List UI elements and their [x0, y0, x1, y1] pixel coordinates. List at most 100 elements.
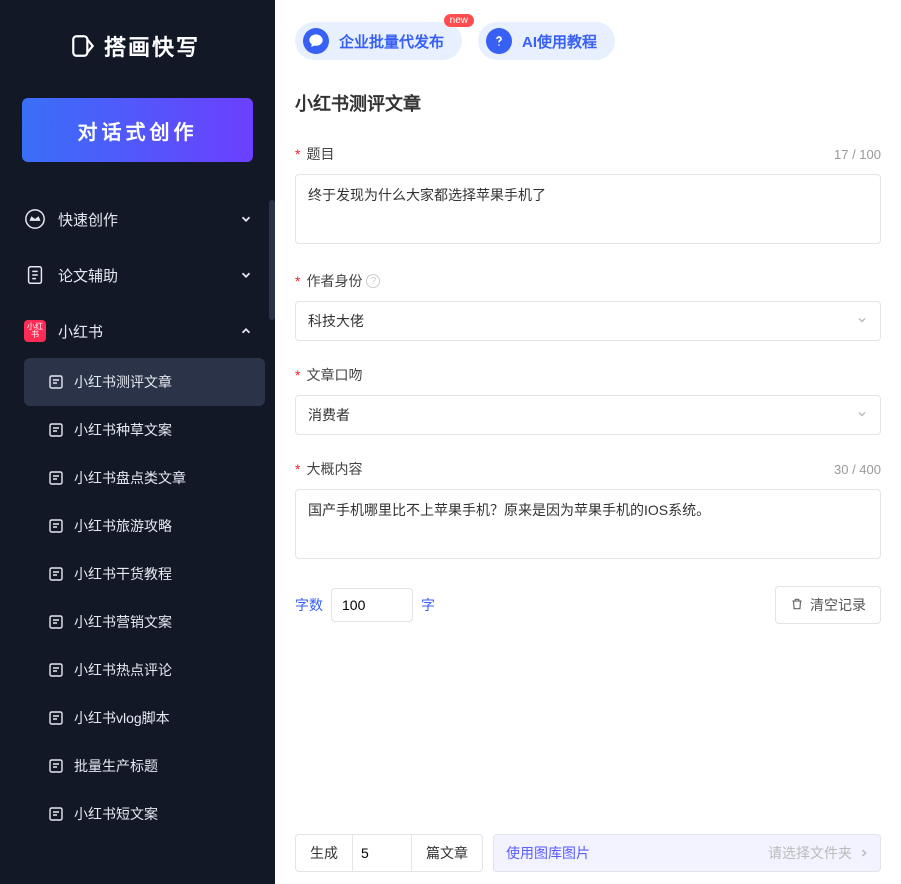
logo-text: 搭画快写: [104, 30, 200, 62]
required-asterisk: *: [295, 146, 300, 162]
gen-suffix: 篇文章: [412, 843, 482, 863]
field-author: * 作者身份 ? 科技大佬: [295, 271, 881, 341]
page-title: 小红书测评文章: [295, 90, 881, 116]
question-icon: [486, 28, 512, 54]
sidebar-item-label: 小红书短文案: [74, 804, 158, 824]
chevron-right-icon: [858, 847, 870, 859]
sidebar-sub-list-article[interactable]: 小红书盘点类文章: [24, 454, 265, 502]
top-btn-label: AI使用教程: [522, 31, 597, 52]
sidebar-sub-seeding-copy[interactable]: 小红书种草文案: [24, 406, 265, 454]
sidebar-sub-tutorial[interactable]: 小红书干货教程: [24, 550, 265, 598]
note-icon: [48, 614, 64, 630]
note-icon: [48, 806, 64, 822]
author-select[interactable]: 科技大佬: [295, 301, 881, 341]
crown-icon: [24, 208, 46, 230]
sidebar-item-label: 小红书热点评论: [74, 660, 172, 680]
sidebar-item-xiaohongshu[interactable]: 小红书 小红书: [10, 304, 265, 358]
word-count-group: 字数 字: [295, 588, 435, 622]
chat-icon: [303, 28, 329, 54]
logo: 搭画快写: [0, 0, 275, 86]
sidebar-item-label: 小红书营销文案: [74, 612, 172, 632]
note-icon: [48, 566, 64, 582]
clear-history-button[interactable]: 清空记录: [775, 586, 881, 624]
content: 小红书测评文章 * 题目 17 / 100 * 作者身份 ? 科技: [275, 70, 901, 821]
select-value: 消费者: [308, 405, 350, 425]
field-tone: * 文章口吻 消费者: [295, 365, 881, 435]
scrollbar-thumb[interactable]: [269, 200, 275, 320]
select-value: 科技大佬: [308, 311, 364, 331]
logo-icon: [70, 33, 96, 59]
sidebar-sub-travel-guide[interactable]: 小红书旅游攻略: [24, 502, 265, 550]
sidebar-item-label: 小红书种草文案: [74, 420, 172, 440]
sidebar-nav: 快速创作 论文辅助 小红书 小红书: [0, 192, 275, 884]
chevron-down-icon: [239, 268, 253, 282]
conversational-create-button[interactable]: 对话式创作: [22, 98, 253, 162]
sidebar-item-label: 批量生产标题: [74, 756, 158, 776]
note-icon: [48, 758, 64, 774]
field-summary: * 大概内容 30 / 400: [295, 459, 881, 562]
field-label: 题目: [306, 144, 834, 164]
sidebar-sublist: 小红书测评文章 小红书种草文案 小红书盘点类文章 小红书旅游攻略: [10, 358, 265, 838]
topic-input[interactable]: [295, 174, 881, 244]
footer: 生成 篇文章 使用图库图片 请选择文件夹: [275, 821, 901, 884]
sidebar-item-label: 小红书测评文章: [74, 372, 172, 392]
sidebar-sub-batch-titles[interactable]: 批量生产标题: [24, 742, 265, 790]
sidebar-sub-review-article[interactable]: 小红书测评文章: [24, 358, 265, 406]
note-icon: [48, 470, 64, 486]
sidebar-item-paper-assist[interactable]: 论文辅助: [10, 248, 265, 302]
char-counter: 30 / 400: [834, 462, 881, 477]
chevron-up-icon: [239, 324, 253, 338]
new-badge: new: [444, 14, 474, 27]
lib-placeholder: 请选择文件夹: [768, 843, 870, 863]
enterprise-publish-button[interactable]: 企业批量代发布 new: [295, 22, 462, 60]
summary-input[interactable]: [295, 489, 881, 559]
sidebar-item-label: 快速创作: [58, 209, 227, 230]
field-label-row: * 文章口吻: [295, 365, 881, 385]
sidebar-item-label: 论文辅助: [58, 265, 227, 286]
image-library-select[interactable]: 使用图库图片 请选择文件夹: [493, 834, 881, 872]
gen-prefix: 生成: [296, 843, 352, 863]
note-icon: [48, 710, 64, 726]
ai-tutorial-button[interactable]: AI使用教程: [478, 22, 615, 60]
sidebar-sub-marketing-copy[interactable]: 小红书营销文案: [24, 598, 265, 646]
xhs-icon: 小红书: [24, 320, 46, 342]
field-label-row: * 大概内容 30 / 400: [295, 459, 881, 479]
sidebar-sub-hot-comment[interactable]: 小红书热点评论: [24, 646, 265, 694]
lib-label: 使用图库图片: [506, 843, 590, 863]
note-icon: [48, 662, 64, 678]
word-clear-row: 字数 字 清空记录: [295, 586, 881, 624]
doc-icon: [24, 264, 46, 286]
word-count-input[interactable]: [331, 588, 413, 622]
top-btn-label: 企业批量代发布: [339, 31, 444, 52]
chevron-down-icon: [239, 212, 253, 226]
word-suffix: 字: [421, 595, 435, 615]
sidebar-sub-short-copy[interactable]: 小红书短文案: [24, 790, 265, 838]
help-icon[interactable]: ?: [366, 274, 380, 288]
sidebar: 搭画快写 对话式创作 快速创作 论文辅: [0, 0, 275, 884]
sidebar-scrollbar[interactable]: [269, 200, 275, 884]
tone-select[interactable]: 消费者: [295, 395, 881, 435]
field-topic: * 题目 17 / 100: [295, 144, 881, 247]
sidebar-item-label: 小红书盘点类文章: [74, 468, 186, 488]
main: 企业批量代发布 new AI使用教程 小红书测评文章 * 题目 17 / 100: [275, 0, 901, 884]
topbar: 企业批量代发布 new AI使用教程: [275, 0, 901, 70]
field-label: 大概内容: [306, 459, 834, 479]
sidebar-sub-vlog-script[interactable]: 小红书vlog脚本: [24, 694, 265, 742]
clear-label: 清空记录: [810, 595, 866, 615]
field-label: 作者身份 ?: [306, 271, 881, 291]
chevron-down-icon: [856, 313, 868, 329]
sidebar-item-label: 小红书旅游攻略: [74, 516, 172, 536]
sidebar-item-quick-create[interactable]: 快速创作: [10, 192, 265, 246]
note-icon: [48, 518, 64, 534]
sidebar-item-label: 小红书vlog脚本: [74, 708, 170, 728]
trash-icon: [790, 597, 804, 614]
cta-label: 对话式创作: [78, 116, 198, 145]
required-asterisk: *: [295, 273, 300, 289]
required-asterisk: *: [295, 461, 300, 477]
field-label: 文章口吻: [306, 365, 881, 385]
sidebar-item-label: 小红书: [58, 321, 227, 342]
chevron-down-icon: [856, 407, 868, 423]
field-label-row: * 题目 17 / 100: [295, 144, 881, 164]
word-prefix: 字数: [295, 595, 323, 615]
generate-count-input[interactable]: [352, 835, 412, 871]
